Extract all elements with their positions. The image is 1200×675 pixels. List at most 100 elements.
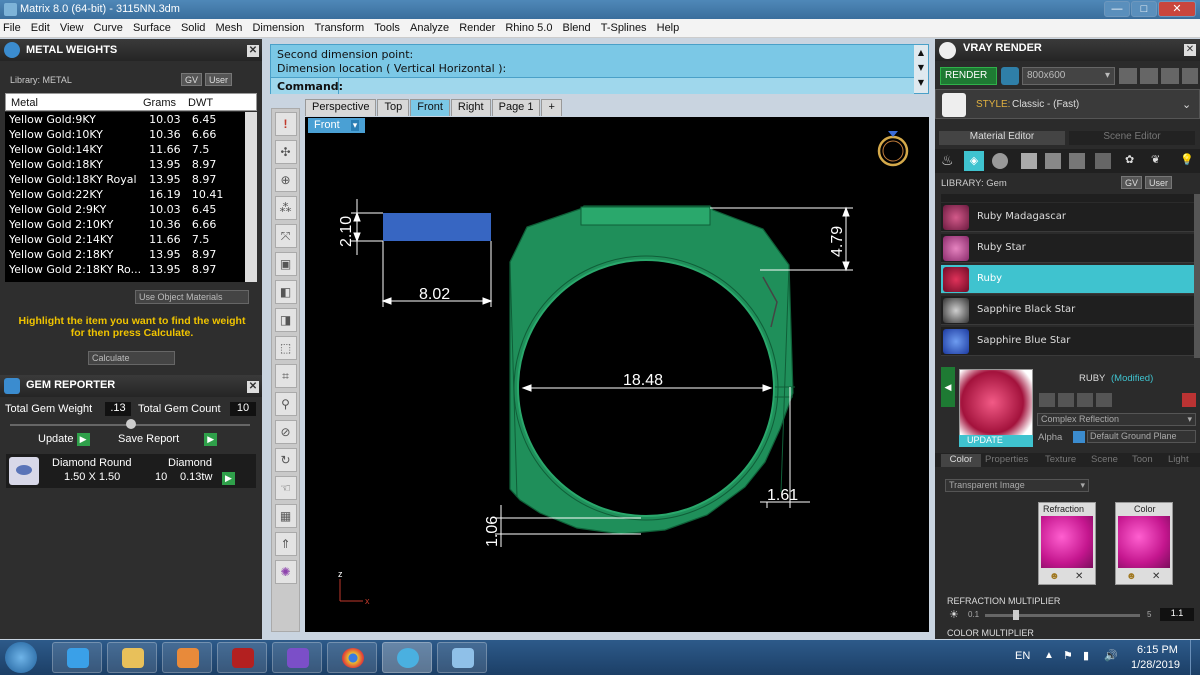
menu-view[interactable]: View <box>57 19 88 34</box>
metal-table-row[interactable]: Yellow Gold 2:9KY 10.03 6.45 <box>5 202 245 217</box>
grid-icon[interactable] <box>1182 68 1198 84</box>
garena-icon[interactable] <box>217 642 267 673</box>
texture-icon[interactable] <box>1095 153 1111 169</box>
color-tile[interactable]: Color ☻ ✕ <box>1115 502 1173 585</box>
viewport-label[interactable]: Front ▾ <box>308 118 366 133</box>
command-input-row[interactable]: Command: <box>271 77 914 94</box>
menu-blend[interactable]: Blend <box>560 19 595 34</box>
subtab-properties[interactable]: Properties <box>985 454 1028 465</box>
media-player-icon[interactable] <box>162 642 212 673</box>
subtab-light[interactable]: Light <box>1168 454 1189 465</box>
color-pick-icon[interactable]: ☻ <box>1126 571 1137 582</box>
menu-tools[interactable]: Tools <box>371 19 404 34</box>
matrix-app-icon[interactable] <box>382 642 432 673</box>
tab-material-editor[interactable]: Material Editor <box>939 131 1065 145</box>
multiplier-slider-handle[interactable] <box>1013 610 1019 620</box>
metal-type-icon[interactable] <box>1045 153 1061 169</box>
frame-icon[interactable] <box>1140 68 1158 84</box>
menu-help[interactable]: Help <box>654 19 684 34</box>
tab-right[interactable]: Right <box>450 99 491 116</box>
info-tool-icon[interactable]: ! <box>274 112 297 136</box>
clock-time[interactable]: 6:15 PM <box>1137 644 1178 656</box>
material-item[interactable]: Ruby Madagascar <box>941 203 1194 232</box>
material-item-selected[interactable]: Ruby <box>941 265 1194 294</box>
gv-toggle[interactable]: GV <box>181 73 203 86</box>
subtab-toon[interactable]: Toon <box>1132 454 1153 465</box>
show-desktop-button[interactable] <box>1190 640 1200 675</box>
matte-icon[interactable] <box>1021 153 1037 169</box>
alpha-toggle[interactable] <box>1073 431 1085 443</box>
flower-icon[interactable]: ✿ <box>1125 153 1141 169</box>
box-tool-icon[interactable]: ▣ <box>274 252 297 276</box>
flame-icon[interactable]: ♨ <box>941 152 957 170</box>
sphere-icon[interactable] <box>992 153 1008 169</box>
cube-edit-tool-icon[interactable]: ◨ <box>274 308 297 332</box>
metal-table-row[interactable]: Yellow Gold:22KY 16.19 10.41 <box>5 187 245 202</box>
gem-row[interactable]: Diamond Round Diamond 1.50 X 1.50 10 0.1… <box>44 456 234 486</box>
material-reset-icon[interactable] <box>1182 393 1196 407</box>
multiplier-slider-track[interactable] <box>985 614 1140 617</box>
off-tool-icon[interactable]: ⊘ <box>274 420 297 444</box>
gem-user-toggle[interactable]: User <box>1145 176 1173 189</box>
ie-icon[interactable] <box>52 642 102 673</box>
menu-curve[interactable]: Curve <box>91 19 127 34</box>
subtab-scene[interactable]: Scene <box>1091 454 1118 465</box>
measure-bar[interactable] <box>383 213 491 241</box>
viewport-front[interactable]: 2.10 8.02 4.79 18.48 1.61 1.06 z x <box>305 117 929 632</box>
collapse-left-icon[interactable]: ◀ <box>941 367 955 407</box>
refraction-clear-icon[interactable]: ✕ <box>1075 571 1083 582</box>
leaf-icon[interactable]: ❦ <box>1151 153 1167 169</box>
metal-table-row[interactable]: Yellow Gold 2:10KY 10.36 6.66 <box>5 217 245 232</box>
material-tool-1-icon[interactable] <box>1039 393 1055 407</box>
cube-select-tool-icon[interactable]: ⬚ <box>274 336 297 360</box>
menu-rhino[interactable]: Rhino 5.0 <box>502 19 556 34</box>
save-report-button[interactable]: Save Report ▶ <box>118 433 218 446</box>
ring-model[interactable] <box>509 205 795 535</box>
metal-table-row[interactable]: Yellow Gold:10KY 10.36 6.66 <box>5 127 245 142</box>
tab-page-1[interactable]: Page 1 <box>491 99 541 116</box>
render-button[interactable]: RENDER <box>940 67 997 85</box>
refraction-pick-icon[interactable]: ☻ <box>1049 571 1060 582</box>
network-icon[interactable]: ▮ <box>1083 649 1089 662</box>
points-tool-icon[interactable]: ⁂ <box>274 196 297 220</box>
metal-table-row[interactable]: Yellow Gold:14KY 11.66 7.5 <box>5 142 245 157</box>
material-tool-2-icon[interactable] <box>1058 393 1074 407</box>
frame-tool-icon[interactable]: ▦ <box>274 504 297 528</box>
render-options-icon[interactable] <box>1001 67 1019 85</box>
grid-tool-icon[interactable]: ⊕ <box>274 168 297 192</box>
tab-top[interactable]: Top <box>377 99 410 116</box>
material-list-scrollbar[interactable] <box>1194 194 1200 358</box>
tab-perspective[interactable]: Perspective <box>305 99 377 116</box>
menu-surface[interactable]: Surface <box>130 19 175 34</box>
arrow-tool-icon[interactable]: ⇑ <box>274 532 297 556</box>
cube-tool-icon[interactable]: ◧ <box>274 280 297 304</box>
subtab-texture[interactable]: Texture <box>1045 454 1076 465</box>
metal-table-row[interactable]: Yellow Gold:18KY 13.95 8.97 <box>5 157 245 172</box>
metal-table-scrollbar[interactable] <box>245 112 257 282</box>
gear-tool-icon[interactable]: ✺ <box>274 560 297 584</box>
close-button[interactable]: ✕ <box>1158 1 1196 17</box>
material-item[interactable]: Ruby Star <box>941 234 1194 263</box>
pin-tool-icon[interactable]: ⚲ <box>274 392 297 416</box>
gem-slider-handle[interactable] <box>126 419 136 429</box>
minimize-button[interactable]: — <box>1104 1 1130 17</box>
clock-date[interactable]: 1/28/2019 <box>1131 659 1180 671</box>
tab-scene-editor[interactable]: Scene Editor <box>1069 131 1195 145</box>
update-preview-button[interactable]: UPDATE <box>959 435 1033 447</box>
metal-table-row[interactable]: Yellow Gold 2:18KY Ro... 13.95 8.97 <box>5 262 245 277</box>
transparent-image-select[interactable]: Transparent Image ▾ <box>945 479 1089 492</box>
update-button[interactable]: Update ▶ <box>38 433 90 446</box>
menu-dimension[interactable]: Dimension <box>249 19 308 34</box>
ground-plane-select[interactable]: Default Ground Plane <box>1087 430 1196 443</box>
use-object-materials-button[interactable]: Use Object Materials <box>135 290 249 304</box>
menu-transform[interactable]: Transform <box>311 19 368 34</box>
color-clear-icon[interactable]: ✕ <box>1152 571 1160 582</box>
layout-tool-icon[interactable]: ⌗ <box>274 364 297 388</box>
style-row[interactable]: STYLE: Classic - (Fast) ⌄ <box>935 89 1200 119</box>
axis-tool-icon[interactable]: ⤧ <box>274 224 297 248</box>
refraction-tile[interactable]: Refraction ☻ ✕ <box>1038 502 1096 585</box>
language-indicator[interactable]: EN <box>1015 650 1030 662</box>
ring-view-icon[interactable] <box>877 131 909 167</box>
list-icon[interactable] <box>1161 68 1179 84</box>
material-tool-3-icon[interactable] <box>1077 393 1093 407</box>
